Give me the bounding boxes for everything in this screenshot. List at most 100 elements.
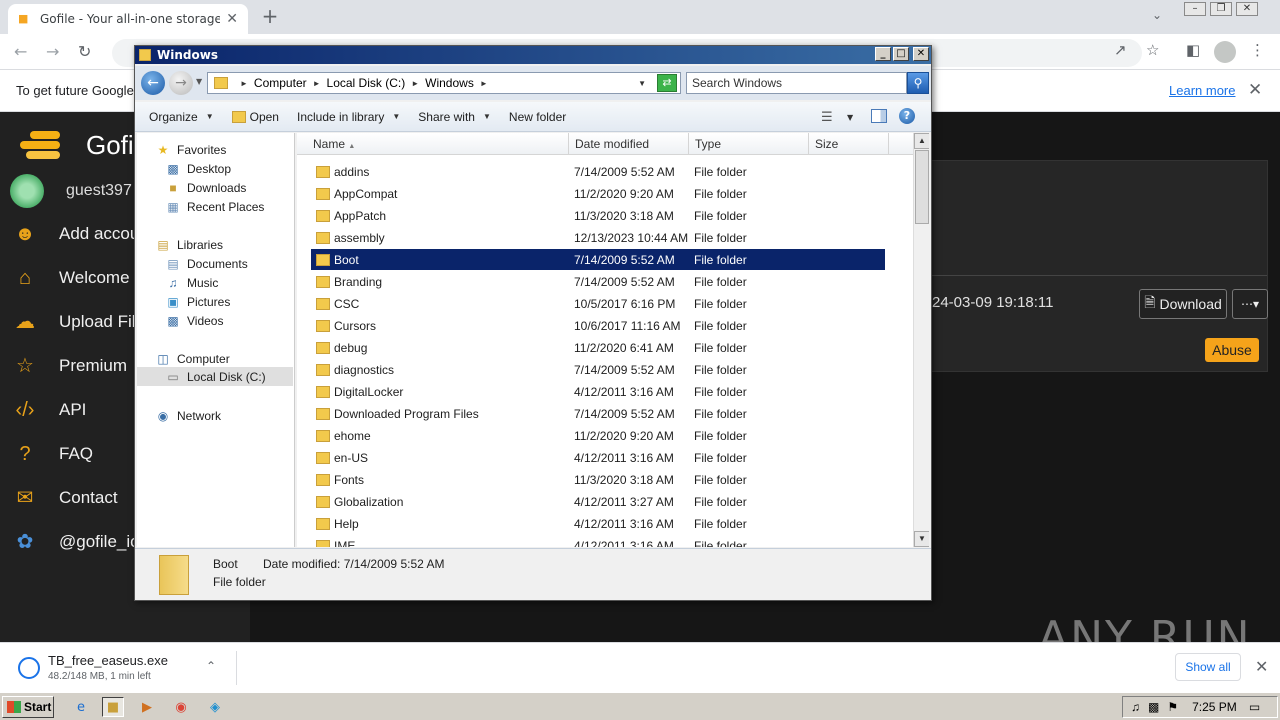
address-dropdown-icon[interactable]: ▼ bbox=[638, 79, 646, 88]
forward-arrow-icon[interactable]: → bbox=[46, 42, 59, 61]
search-input[interactable]: Search Windows bbox=[686, 72, 907, 94]
reload-icon[interactable]: ↻ bbox=[78, 42, 91, 61]
minimize-button[interactable]: _ bbox=[875, 47, 891, 61]
nav-local-disk[interactable]: ▭ Local Disk (C:) bbox=[137, 367, 293, 386]
maximize-button[interactable]: □ bbox=[893, 47, 909, 61]
gofile-brand[interactable]: Gofi bbox=[12, 120, 134, 170]
view-options-icon[interactable]: ☰ bbox=[821, 110, 833, 125]
table-row[interactable]: Cursors 10/6/2017 11:16 AM File folder bbox=[311, 315, 885, 336]
bookmark-star-icon[interactable]: ☆ bbox=[1146, 41, 1159, 59]
breadcrumb-separator[interactable]: ► bbox=[480, 79, 488, 88]
back-arrow-icon[interactable]: ← bbox=[141, 71, 165, 95]
scroll-down-arrow-icon[interactable]: ▼ bbox=[914, 531, 929, 547]
tab-close-icon[interactable]: ✕ bbox=[226, 11, 238, 27]
table-row[interactable]: addins 7/14/2009 5:52 AM File folder bbox=[311, 161, 885, 182]
table-row[interactable]: AppPatch 11/3/2020 3:18 AM File folder bbox=[311, 205, 885, 226]
table-row[interactable]: Boot 7/14/2009 5:52 AM File folder bbox=[311, 249, 885, 270]
forward-arrow-icon[interactable]: → bbox=[169, 71, 193, 95]
close-button[interactable]: ✕ bbox=[913, 47, 929, 61]
side-panel-icon[interactable]: ◧ bbox=[1186, 41, 1200, 59]
ie-icon[interactable]: e bbox=[70, 697, 92, 717]
scroll-up-arrow-icon[interactable]: ▲ bbox=[914, 133, 929, 149]
back-arrow-icon[interactable]: ← bbox=[14, 42, 27, 61]
nav-downloads[interactable]: ■ Downloads bbox=[165, 181, 246, 195]
nav-documents[interactable]: ▤ Documents bbox=[165, 257, 247, 271]
nav-network[interactable]: ◉ Network bbox=[155, 409, 221, 423]
breadcrumb-windows[interactable]: Windows bbox=[425, 76, 474, 90]
table-row[interactable]: Help 4/12/2011 3:16 AM File folder bbox=[311, 513, 885, 534]
minimize-button[interactable]: – bbox=[1184, 2, 1206, 16]
table-row[interactable]: Downloaded Program Files 7/14/2009 5:52 A… bbox=[311, 403, 885, 424]
open-button[interactable]: Open bbox=[231, 110, 279, 124]
table-row[interactable]: Branding 7/14/2009 5:52 AM File folder bbox=[311, 271, 885, 292]
table-row[interactable]: ehome 11/2/2020 9:20 AM File folder bbox=[311, 425, 885, 446]
nav-videos[interactable]: ▩ Videos bbox=[165, 314, 223, 328]
breadcrumb-separator[interactable]: ► bbox=[240, 79, 248, 88]
refresh-icon[interactable]: ⇄ bbox=[657, 74, 677, 92]
learn-more-link[interactable]: Learn more bbox=[1169, 83, 1235, 98]
scrollbar-thumb[interactable] bbox=[915, 150, 929, 224]
column-name-header[interactable]: Name ▲ bbox=[297, 133, 569, 155]
nav-computer[interactable]: ◫ Computer bbox=[155, 352, 229, 366]
close-button[interactable]: ✕ bbox=[1236, 2, 1258, 16]
tab-search-chevron-icon[interactable]: ⌄ bbox=[1152, 8, 1162, 22]
recent-pages-dropdown-icon[interactable]: ▼ bbox=[196, 77, 202, 86]
breadcrumb-local-disk[interactable]: Local Disk (C:) bbox=[327, 76, 406, 90]
nav-recent-places[interactable]: ▦ Recent Places bbox=[165, 200, 264, 214]
abuse-button[interactable]: Abuse bbox=[1205, 338, 1259, 362]
chevron-up-icon[interactable]: ⌃ bbox=[206, 659, 216, 673]
new-folder-button[interactable]: New folder bbox=[509, 110, 566, 124]
download-button[interactable]: 🗎 Download bbox=[1139, 289, 1227, 319]
profile-avatar[interactable] bbox=[1214, 41, 1236, 63]
table-row[interactable]: debug 11/2/2020 6:41 AM File folder bbox=[311, 337, 885, 358]
start-button[interactable]: Start bbox=[2, 696, 54, 718]
user-profile[interactable]: guest397 bbox=[10, 174, 132, 208]
more-options-button[interactable]: ⋯▾ bbox=[1232, 289, 1268, 319]
shelf-close-icon[interactable]: ✕ bbox=[1255, 657, 1268, 677]
help-icon[interactable]: ? bbox=[899, 108, 915, 124]
edge-icon[interactable]: ◈ bbox=[204, 697, 226, 717]
table-row[interactable]: AppCompat 11/2/2020 9:20 AM File folder bbox=[311, 183, 885, 204]
table-row[interactable]: diagnostics 7/14/2009 5:52 AM File folder bbox=[311, 359, 885, 380]
restore-button[interactable]: ❐ bbox=[1210, 2, 1232, 16]
column-date-header[interactable]: Date modified bbox=[569, 133, 689, 155]
include-in-library-button[interactable]: Include in library ▼ bbox=[297, 110, 400, 124]
browser-tab[interactable]: ■ Gofile - Your all-in-one storage solut… bbox=[8, 4, 248, 34]
clock[interactable]: 7:25 PM bbox=[1192, 700, 1237, 714]
breadcrumb-separator[interactable]: ► bbox=[411, 79, 419, 88]
nav-libraries[interactable]: ▤ Libraries bbox=[155, 238, 223, 252]
action-center-flag-icon[interactable]: ⚑ bbox=[1167, 700, 1178, 714]
organize-button[interactable]: Organize ▼ bbox=[149, 110, 214, 124]
download-filename[interactable]: TB_free_easeus.exe bbox=[48, 653, 168, 668]
infobar-close-icon[interactable]: ✕ bbox=[1248, 80, 1262, 100]
preview-pane-icon[interactable] bbox=[871, 109, 887, 123]
share-with-button[interactable]: Share with ▼ bbox=[418, 110, 491, 124]
explorer-titlebar[interactable]: Windows _ □ ✕ bbox=[135, 46, 931, 64]
share-icon[interactable]: ↗ bbox=[1114, 41, 1127, 59]
table-row[interactable]: en-US 4/12/2011 3:16 AM File folder bbox=[311, 447, 885, 468]
table-row[interactable]: assembly 12/13/2023 10:44 AM File folder bbox=[311, 227, 885, 248]
table-row[interactable]: CSC 10/5/2017 6:16 PM File folder bbox=[311, 293, 885, 314]
volume-icon[interactable]: ♫ bbox=[1131, 700, 1140, 714]
new-tab-button[interactable]: + bbox=[260, 6, 280, 26]
show-all-button[interactable]: Show all bbox=[1175, 653, 1241, 681]
show-desktop-icon[interactable]: ▭ bbox=[1249, 700, 1260, 714]
view-dropdown-icon[interactable]: ▼ bbox=[847, 113, 853, 122]
search-icon[interactable]: ⚲ bbox=[907, 72, 929, 94]
nav-desktop[interactable]: ▩ Desktop bbox=[165, 162, 231, 176]
media-player-icon[interactable]: ▶ bbox=[136, 697, 158, 717]
table-row[interactable]: Globalization 4/12/2011 3:27 AM File folde… bbox=[311, 491, 885, 512]
column-size-header[interactable]: Size bbox=[809, 133, 889, 155]
vertical-scrollbar[interactable]: ▲ ▼ bbox=[913, 133, 929, 547]
breadcrumb-separator[interactable]: ► bbox=[313, 79, 321, 88]
table-row[interactable]: IME 4/12/2011 3:16 AM File folder bbox=[311, 535, 885, 547]
address-breadcrumb[interactable]: ► Computer ► Local Disk (C:) ► Windows ►… bbox=[207, 72, 681, 94]
menu-kebab-icon[interactable]: ⋮ bbox=[1250, 41, 1265, 59]
breadcrumb-computer[interactable]: Computer bbox=[254, 76, 307, 90]
column-type-header[interactable]: Type bbox=[689, 133, 809, 155]
nav-favorites[interactable]: ★ Favorites bbox=[155, 143, 227, 157]
explorer-folder-icon[interactable]: ■ bbox=[102, 697, 124, 717]
nav-pictures[interactable]: ▣ Pictures bbox=[165, 295, 230, 309]
network-tray-icon[interactable]: ▩ bbox=[1148, 700, 1159, 714]
nav-music[interactable]: ♫ Music bbox=[165, 276, 219, 290]
